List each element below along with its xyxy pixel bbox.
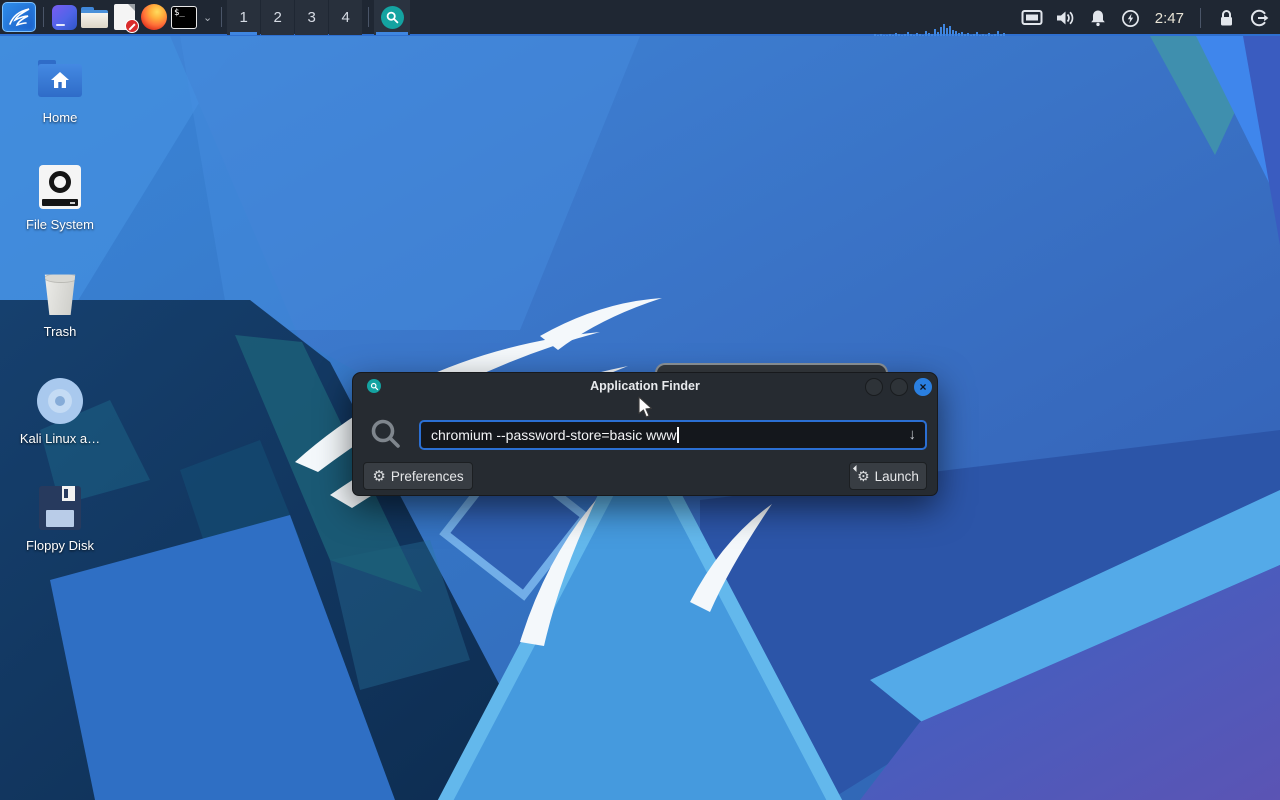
firefox-launcher[interactable] — [139, 2, 169, 32]
lock-screen-button[interactable] — [1213, 5, 1239, 31]
text-editor-launcher[interactable] — [109, 2, 139, 33]
top-panel: $_ ⌄ 1 2 3 4 2:47 — [0, 0, 1280, 36]
desktop-icon-file-system[interactable]: File System — [12, 163, 108, 232]
volume-tray-button[interactable] — [1052, 5, 1078, 31]
preferences-button-label: Preferences — [390, 468, 464, 484]
home-folder-icon — [38, 59, 82, 97]
notifications-icon — [1090, 10, 1105, 27]
text-caret — [677, 427, 679, 443]
app-finder-icon — [380, 5, 404, 29]
workspace-pager: 1 2 3 4 — [227, 0, 363, 35]
desktop-icon-kali-cd[interactable]: Kali Linux a… — [12, 377, 108, 446]
desktop-icon-floppy[interactable]: Floppy Disk — [12, 484, 108, 553]
desktop-icon-home[interactable]: Home — [12, 56, 108, 125]
launch-button[interactable]: ⚙ Launch — [849, 462, 927, 490]
power-manager-tray-button[interactable] — [1118, 5, 1144, 31]
workspace-button-3[interactable]: 3 — [295, 0, 329, 35]
minimize-button[interactable] — [865, 378, 883, 396]
launch-button-label: Launch — [874, 468, 919, 484]
window-title: Application Finder — [590, 379, 700, 393]
desktop-icon-label: Kali Linux a… — [19, 431, 101, 446]
desktop-icon-label: Trash — [43, 324, 77, 339]
search-input[interactable]: chromium --password-store=basic www ↓ — [419, 420, 927, 450]
file-manager-launcher[interactable] — [79, 2, 109, 32]
application-finder-window: Application Finder × chromium --password… — [352, 372, 938, 496]
logout-icon — [1250, 9, 1269, 27]
panel-separator — [43, 7, 44, 27]
logout-button[interactable] — [1246, 5, 1272, 31]
terminal-dropdown-chevron[interactable]: ⌄ — [199, 11, 216, 24]
file-system-drive-icon — [39, 165, 81, 209]
search-icon — [371, 419, 400, 448]
text-editor-icon — [113, 4, 139, 33]
gear-icon: ⚙ — [372, 467, 386, 485]
panel-separator — [221, 7, 223, 27]
taskbar-application-finder[interactable] — [374, 0, 411, 35]
desktop-icon-label: Home — [42, 110, 78, 125]
run-icon: ⚙ — [853, 464, 870, 483]
combo-arrow-icon[interactable]: ↓ — [909, 426, 917, 443]
preferences-button[interactable]: ⚙ Preferences — [363, 462, 473, 490]
firefox-icon — [141, 4, 167, 30]
notifications-tray-button[interactable] — [1085, 5, 1111, 31]
app-window-launcher[interactable] — [49, 2, 79, 32]
workspace-button-2[interactable]: 2 — [261, 0, 295, 35]
volume-icon — [1056, 11, 1074, 25]
terminal-icon: $_ — [171, 5, 197, 29]
lock-icon — [1220, 10, 1232, 26]
desktop-icon-label: File System — [26, 217, 94, 232]
panel-separator — [368, 7, 370, 27]
close-button[interactable]: × — [914, 378, 932, 396]
workspace-button-1[interactable]: 1 — [227, 0, 261, 35]
kali-menu-icon — [9, 8, 30, 27]
maximize-button[interactable] — [890, 378, 908, 396]
cdrom-icon — [37, 378, 83, 424]
panel-separator — [1200, 8, 1201, 28]
clock[interactable]: 2:47 — [1151, 10, 1188, 27]
trash-icon — [44, 274, 76, 315]
floppy-icon — [39, 486, 81, 530]
audio-visualizer — [873, 0, 1006, 36]
power-manager-icon — [1122, 9, 1140, 27]
file-manager-icon — [80, 6, 108, 28]
mouse-cursor — [638, 396, 653, 418]
display-tray-button[interactable] — [1019, 5, 1045, 31]
desktop-icon-trash[interactable]: Trash — [12, 270, 108, 339]
desktop-icon-label: Floppy Disk — [26, 538, 94, 553]
display-icon — [1021, 10, 1043, 25]
app-window-icon — [51, 4, 77, 30]
kali-menu-button[interactable] — [2, 2, 36, 32]
workspace-button-4[interactable]: 4 — [329, 0, 363, 35]
search-input-value: chromium --password-store=basic www — [431, 427, 677, 443]
terminal-launcher[interactable]: $_ — [169, 2, 199, 32]
